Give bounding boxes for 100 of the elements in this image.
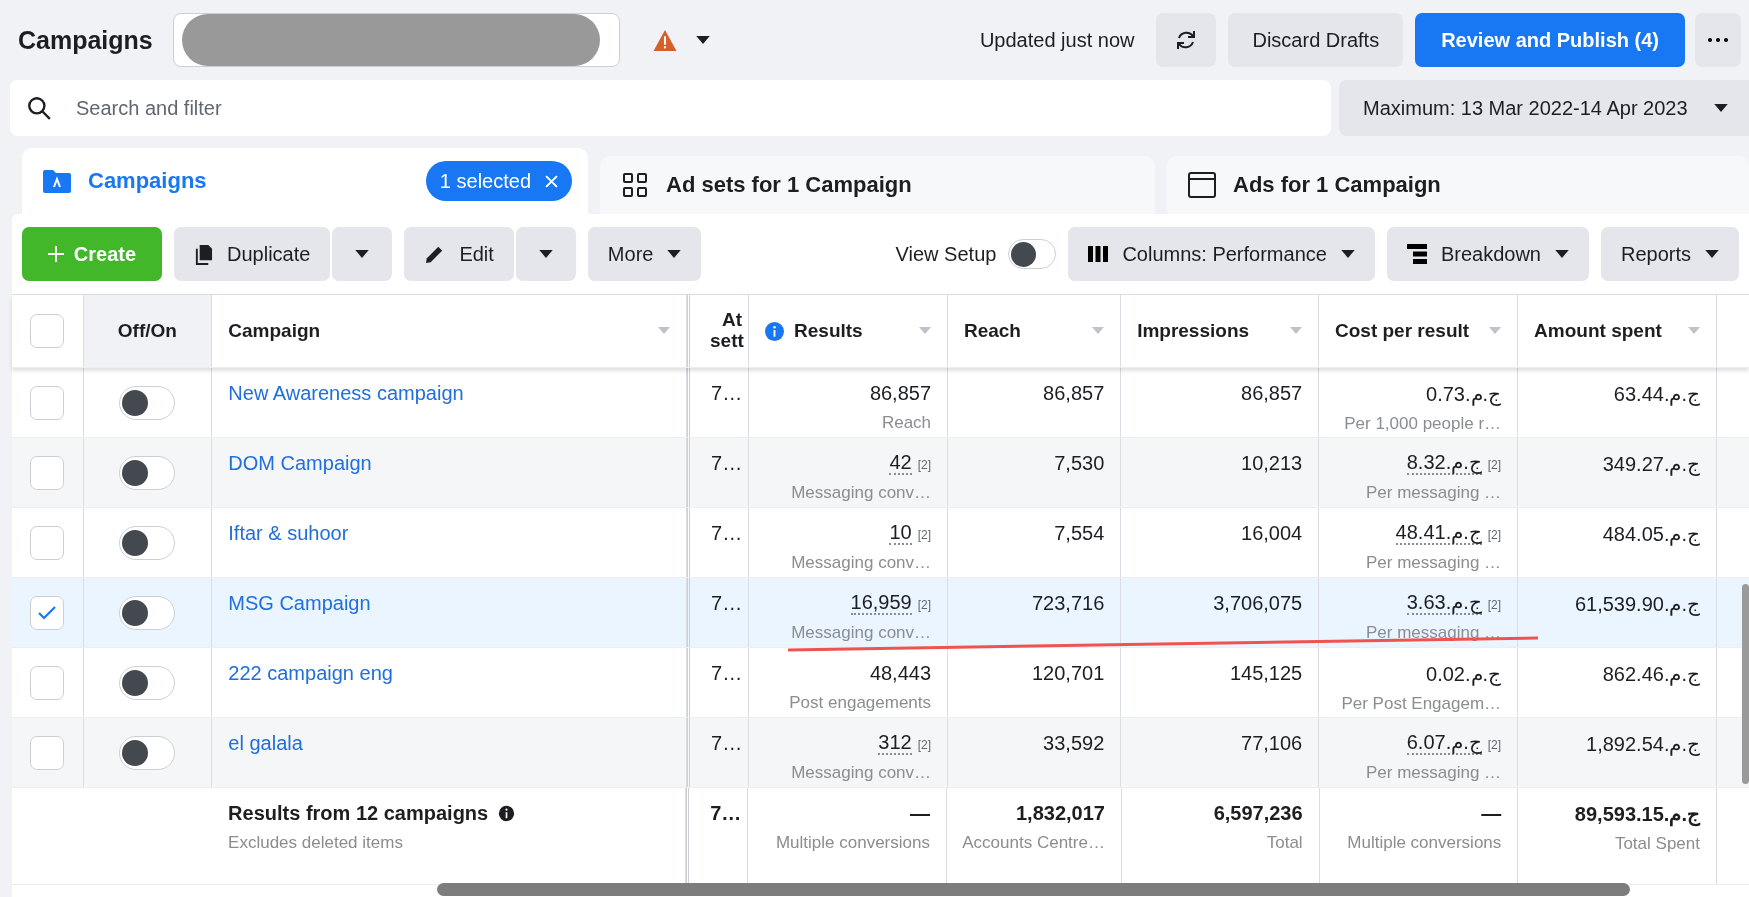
cell-note: Multiple conversions bbox=[1347, 833, 1502, 853]
column-header[interactable]: Reach bbox=[963, 320, 1021, 342]
caret-icon bbox=[1340, 249, 1355, 259]
cell-note: Total bbox=[1266, 833, 1303, 853]
columns-button[interactable]: Columns: Performance bbox=[1068, 227, 1375, 281]
duplicate-button[interactable]: Duplicate bbox=[174, 227, 331, 281]
caret-icon bbox=[1705, 249, 1719, 259]
column-header[interactable]: Amount spent bbox=[1534, 320, 1662, 342]
sort-icon[interactable] bbox=[1290, 327, 1302, 335]
sort-icon[interactable] bbox=[657, 327, 670, 335]
sort-icon[interactable] bbox=[1688, 327, 1700, 335]
level-tab[interactable]: Campaigns 1 selected bbox=[22, 148, 588, 214]
tab-label: Ads for 1 Campaign bbox=[1233, 172, 1441, 198]
campaign-toggle[interactable] bbox=[119, 455, 176, 490]
view-setup-label: View Setup bbox=[895, 242, 997, 266]
campaign-toggle[interactable] bbox=[119, 595, 176, 630]
ellipsis-icon bbox=[1708, 38, 1728, 42]
cell-note: Per messaging … bbox=[1366, 553, 1502, 573]
cell-note: Messaging conv… bbox=[791, 483, 932, 503]
row-checkbox[interactable] bbox=[30, 735, 65, 770]
info-icon[interactable] bbox=[498, 805, 516, 822]
scrollbar-thumb[interactable] bbox=[1742, 584, 1749, 784]
campaign-link[interactable]: DOM Campaign bbox=[228, 452, 372, 475]
column-header[interactable]: Results bbox=[794, 320, 863, 342]
view-setup-switch[interactable] bbox=[1008, 239, 1057, 269]
dropdown-button[interactable] bbox=[515, 227, 576, 281]
caret-icon[interactable] bbox=[695, 35, 710, 45]
search-icon bbox=[26, 95, 52, 121]
sort-icon[interactable] bbox=[1092, 327, 1105, 335]
table-cell: 86,857 bbox=[869, 382, 932, 405]
table-cell: ج.م.0.02 bbox=[1426, 662, 1502, 686]
table-cell: 7… bbox=[711, 452, 743, 475]
search-input[interactable]: Search and filter bbox=[74, 95, 1315, 121]
refresh-button[interactable] bbox=[1156, 13, 1217, 67]
table-cell: — bbox=[909, 802, 930, 825]
table-cell: — bbox=[1481, 802, 1502, 825]
table-cell: 33,592 bbox=[1043, 732, 1105, 755]
row-checkbox[interactable] bbox=[30, 525, 65, 560]
column-header: Off/On bbox=[117, 320, 177, 342]
close-icon[interactable] bbox=[545, 174, 558, 188]
cell-note: Reach bbox=[881, 413, 932, 433]
table-cell: 145,125 bbox=[1229, 662, 1303, 685]
tab-label: Ad sets for 1 Campaign bbox=[666, 172, 912, 198]
campaign-toggle[interactable] bbox=[119, 665, 176, 700]
table-cell: ج.م.484.05 bbox=[1602, 522, 1700, 546]
sort-icon[interactable] bbox=[918, 327, 931, 335]
more-options-button[interactable] bbox=[1695, 13, 1741, 67]
campaign-link[interactable]: 222 campaign eng bbox=[228, 662, 393, 685]
select-all-checkbox[interactable] bbox=[30, 314, 65, 348]
breakdown-icon bbox=[1406, 244, 1427, 264]
more-button[interactable]: More bbox=[587, 227, 702, 281]
table-cell: ج.م.63.44 bbox=[1613, 382, 1700, 406]
column-header[interactable]: Campaign bbox=[228, 320, 321, 342]
cell-note: Messaging conv… bbox=[791, 763, 932, 783]
caret-icon bbox=[1713, 103, 1728, 113]
cell-note: Per Post Engagem… bbox=[1341, 694, 1502, 714]
caret-icon bbox=[355, 249, 370, 259]
row-checkbox[interactable] bbox=[30, 595, 65, 630]
row-checkbox[interactable] bbox=[30, 455, 65, 490]
column-header[interactable]: At sett bbox=[710, 310, 743, 352]
copy-icon bbox=[194, 243, 213, 265]
table-cell: 7… bbox=[710, 802, 742, 825]
breakdown-button[interactable]: Breakdown bbox=[1386, 227, 1589, 281]
campaign-link[interactable]: MSG Campaign bbox=[228, 592, 371, 615]
table-cell: 7… bbox=[711, 592, 743, 615]
table-cell: ج.م.61,539.90 bbox=[1574, 592, 1700, 616]
table-cell: 3,706,075 bbox=[1213, 592, 1303, 615]
column-header[interactable]: Cost per result bbox=[1335, 320, 1470, 342]
campaign-link[interactable]: Iftar & suhoor bbox=[228, 522, 349, 545]
reports-button[interactable]: Reports bbox=[1600, 227, 1739, 281]
campaign-link[interactable]: el galala bbox=[228, 732, 303, 755]
table-cell: 7… bbox=[711, 522, 743, 545]
columns-icon bbox=[1088, 246, 1109, 262]
discard-drafts-button[interactable]: Discard Drafts bbox=[1228, 13, 1404, 67]
table-cell: 7,554 bbox=[1054, 522, 1105, 545]
edit-button[interactable]: Edit bbox=[404, 227, 514, 281]
campaign-link[interactable]: New Awareness campaign bbox=[228, 382, 464, 405]
campaign-toggle[interactable] bbox=[119, 735, 176, 770]
date-range-button[interactable]: Maximum: 13 Mar 2022-14 Apr 2023 bbox=[1339, 80, 1749, 136]
search-field[interactable]: Search and filter bbox=[10, 80, 1331, 136]
publish-button[interactable]: Review and Publish (4) bbox=[1415, 13, 1685, 67]
row-checkbox[interactable] bbox=[30, 385, 65, 420]
table-cell: 86,857 bbox=[1241, 382, 1303, 405]
sort-icon[interactable] bbox=[1489, 327, 1502, 335]
cell-note: Per messaging … bbox=[1366, 623, 1502, 643]
cell-note: Post engagements bbox=[789, 693, 932, 713]
dropdown-button[interactable] bbox=[332, 227, 393, 281]
level-tab[interactable]: Ad sets for 1 Campaign bbox=[600, 156, 1155, 214]
column-header[interactable]: Impressions bbox=[1137, 320, 1250, 342]
campaign-toggle[interactable] bbox=[119, 525, 176, 560]
cell-note: Per messaging … bbox=[1366, 763, 1502, 783]
cell-note: Total Spent bbox=[1614, 834, 1700, 854]
row-checkbox[interactable] bbox=[30, 665, 65, 700]
scrollbar-thumb[interactable] bbox=[437, 883, 1630, 896]
warning-icon[interactable] bbox=[651, 28, 678, 52]
level-tab[interactable]: Ads for 1 Campaign bbox=[1167, 156, 1749, 214]
checkmark-icon bbox=[37, 604, 58, 621]
table-cell: 120,701 bbox=[1032, 662, 1105, 685]
campaign-toggle[interactable] bbox=[119, 385, 176, 420]
selection-chip[interactable]: 1 selected bbox=[425, 161, 572, 201]
